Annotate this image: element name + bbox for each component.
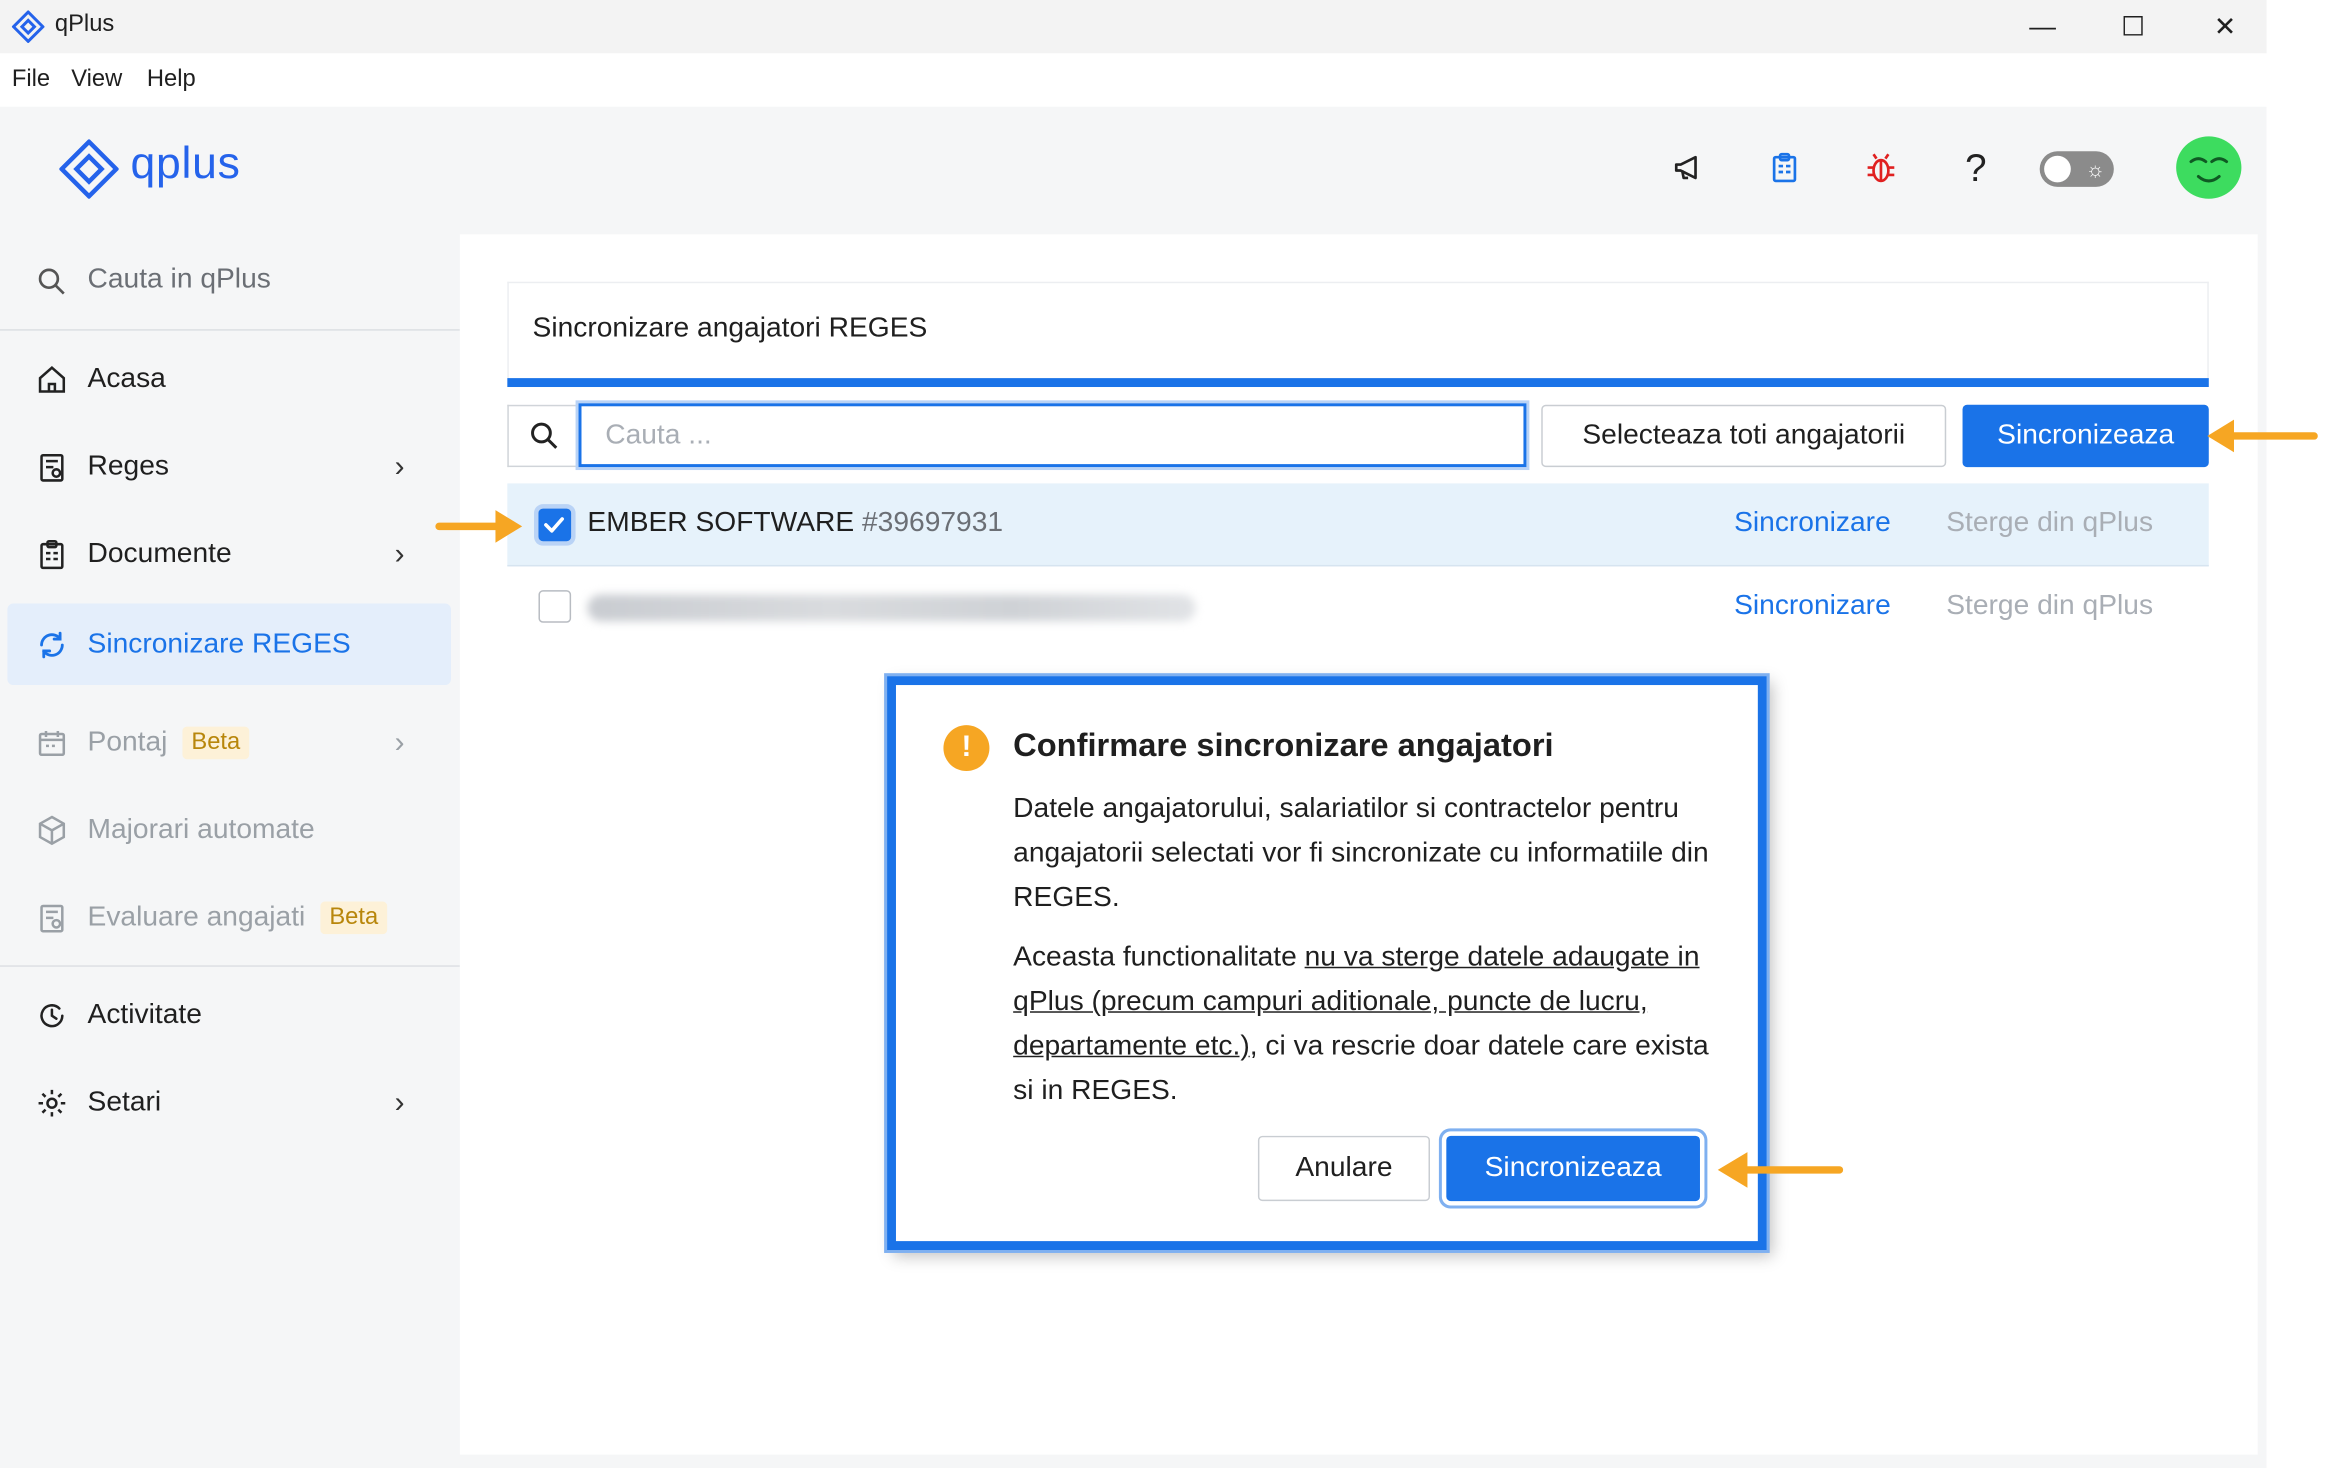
row-delete-link[interactable]: Sterge din qPlus: [1946, 507, 2153, 540]
employer-id: #39697931: [861, 507, 1004, 539]
sync-button[interactable]: Sincronizeaza: [1962, 404, 2209, 468]
minimize-icon: —: [2029, 11, 2056, 41]
sidebar-item-majorari-automate[interactable]: Majorari automate: [0, 795, 460, 866]
chevron-right-icon: ›: [394, 450, 405, 483]
beta-badge: Beta: [320, 901, 388, 935]
chevron-right-icon: ›: [394, 537, 405, 571]
close-icon: ✕: [2213, 11, 2237, 41]
menu-view[interactable]: View: [71, 67, 122, 94]
sidebar-search-input[interactable]: Cauta in qPlus: [88, 264, 271, 297]
row-checkbox[interactable]: [538, 590, 572, 623]
select-all-button[interactable]: Selecteaza toti angajatorii: [1541, 404, 1947, 468]
report-bug-button[interactable]: [1857, 142, 1904, 192]
dialog-note: Aceasta functionalitate nu va sterge dat…: [1013, 936, 1710, 1114]
chevron-right-icon: ›: [394, 1086, 405, 1119]
sidebar-item-setari[interactable]: Setari ›: [0, 1068, 460, 1139]
app-window: qPlus — ☐ ✕ File View Help qplus ? ☼ Cau…: [0, 0, 2326, 1468]
announcements-button[interactable]: [1666, 142, 1713, 192]
sidebar-item-activitate[interactable]: Activitate: [0, 980, 460, 1051]
home-icon: [36, 363, 69, 396]
sidebar-item-sincronizare-reges[interactable]: Sincronizare REGES: [7, 603, 451, 686]
chevron-right-icon: ›: [394, 725, 405, 759]
maximize-button[interactable]: ☐: [2087, 0, 2179, 53]
note-text: Aceasta functionalitate: [1013, 941, 1305, 973]
blurred-employer-name: [587, 594, 1196, 622]
row-delete-link[interactable]: Sterge din qPlus: [1946, 590, 2153, 623]
sidebar-item-documente[interactable]: Documente ›: [0, 519, 460, 590]
row-sync-link[interactable]: Sincronizare: [1734, 507, 1891, 540]
header-accent-bar: [507, 378, 2209, 388]
dialog-message: Datele angajatorului, salariatilor si co…: [1013, 793, 1709, 914]
sun-icon: ☼: [2085, 157, 2105, 181]
smiley-avatar-icon: [2189, 157, 2229, 183]
sidebar-item-acasa[interactable]: Acasa: [0, 344, 460, 415]
confirm-sync-button[interactable]: Sincronizeaza: [1446, 1135, 1700, 1202]
window-edge: [2266, 0, 2326, 1468]
documents-icon: [36, 538, 69, 571]
employer-name: EMBER SOFTWARE #39697931: [587, 507, 1003, 540]
gear-icon: [36, 1087, 69, 1120]
sidebar-item-label: Majorari automate: [87, 814, 315, 846]
help-button[interactable]: ?: [1952, 142, 1999, 192]
calendar-icon: [36, 727, 69, 760]
sidebar-item-label: Sincronizare REGES: [87, 627, 351, 660]
cancel-button[interactable]: Anulare: [1257, 1135, 1430, 1202]
table-row: EMBER SOFTWARE #39697931 Sincronizare St…: [507, 483, 2209, 567]
annotation-arrow-icon: [435, 510, 523, 543]
theme-toggle[interactable]: ☼: [2039, 151, 2114, 187]
sidebar-divider: [0, 965, 460, 967]
dialog-title: Confirmare sincronizare angajatori: [1013, 726, 1554, 764]
search-icon: [38, 268, 65, 295]
avatar[interactable]: [2176, 136, 2242, 199]
sidebar-item-evaluare-angajati[interactable]: Evaluare angajati Beta: [0, 882, 460, 953]
beta-badge: Beta: [182, 726, 250, 760]
documents-button[interactable]: [1761, 142, 1808, 192]
close-button[interactable]: ✕: [2179, 0, 2271, 53]
title-bar: [0, 0, 2267, 54]
sync-icon: [36, 628, 69, 661]
menu-file[interactable]: File: [12, 67, 50, 94]
table-row: Sincronizare Sterge din qPlus: [507, 566, 2208, 649]
sidebar-item-label: Documente: [87, 538, 232, 570]
sidebar-item-reges[interactable]: Reges ›: [0, 431, 460, 502]
bug-icon: [1867, 153, 1895, 183]
menu-help[interactable]: Help: [147, 67, 196, 94]
qplus-app-icon: [11, 10, 45, 44]
annotation-arrow-icon: [1717, 1152, 1844, 1188]
warning-icon: !: [943, 725, 990, 772]
annotation-arrow-icon: [2207, 419, 2318, 453]
qplus-logo[interactable]: [59, 139, 119, 199]
documents-icon: [1772, 152, 1797, 183]
minimize-button[interactable]: —: [1997, 0, 2089, 53]
row-sync-link[interactable]: Sincronizare: [1734, 590, 1891, 623]
history-icon: [36, 999, 69, 1032]
sidebar-item-label: Activitate: [87, 999, 202, 1031]
help-icon: ?: [1965, 144, 1987, 190]
reges-icon: [36, 451, 69, 484]
megaphone-icon: [1674, 155, 1697, 180]
sidebar-item-label: Setari: [87, 1086, 162, 1119]
check-icon: [544, 517, 564, 533]
search-button[interactable]: [507, 404, 579, 468]
sidebar-item-label: Reges: [87, 450, 169, 482]
window-title: qPlus: [54, 11, 115, 38]
search-icon: [530, 422, 557, 449]
evaluation-icon: [36, 902, 69, 935]
brand-name: qplus: [130, 139, 241, 189]
sidebar-item-label: Evaluare angajati: [87, 901, 306, 933]
toggle-knob: [2044, 155, 2071, 183]
sidebar-item-label: Acasa: [87, 363, 166, 395]
maximize-icon: ☐: [2121, 11, 2146, 41]
row-checkbox[interactable]: [538, 508, 572, 542]
employer-name-text: EMBER SOFTWARE: [587, 507, 855, 539]
page-title: Sincronizare angajatori REGES: [532, 312, 928, 345]
employer-search-input[interactable]: [578, 403, 1527, 468]
cube-icon: [36, 814, 69, 847]
menu-bar: [0, 53, 2267, 107]
sidebar-item-pontaj[interactable]: Pontaj Beta ›: [0, 707, 460, 778]
sidebar-divider: [0, 329, 460, 331]
sidebar-item-label: Pontaj: [87, 726, 168, 758]
